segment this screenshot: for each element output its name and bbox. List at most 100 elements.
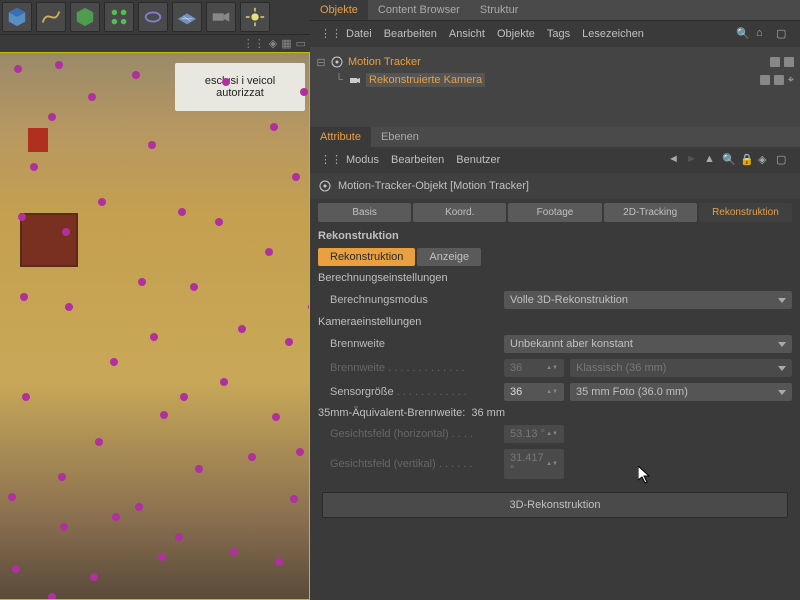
- track-point[interactable]: [48, 113, 56, 121]
- track-point[interactable]: [158, 553, 166, 561]
- search-icon[interactable]: 🔍: [722, 153, 736, 167]
- track-point[interactable]: [308, 303, 310, 311]
- tab-rekonstruktion[interactable]: Rekonstruktion: [699, 203, 792, 222]
- track-point[interactable]: [18, 213, 26, 221]
- track-point[interactable]: [58, 473, 66, 481]
- track-point[interactable]: [190, 283, 198, 291]
- cube-tool[interactable]: [2, 2, 32, 32]
- tab-ebenen[interactable]: Ebenen: [371, 127, 429, 147]
- nav-fwd-icon[interactable]: ►: [686, 153, 700, 167]
- track-point[interactable]: [132, 71, 140, 79]
- track-point[interactable]: [98, 198, 106, 206]
- track-point[interactable]: [265, 248, 273, 256]
- nurbs-tool[interactable]: [70, 2, 100, 32]
- tab-attribute[interactable]: Attribute: [310, 127, 371, 147]
- track-point[interactable]: [160, 411, 168, 419]
- menu-bearbeiten[interactable]: Bearbeiten: [384, 28, 437, 40]
- track-point[interactable]: [55, 61, 63, 69]
- track-point[interactable]: [175, 533, 183, 541]
- track-point[interactable]: [180, 393, 188, 401]
- track-point[interactable]: [296, 448, 304, 456]
- spinner-icon[interactable]: ▲▼: [546, 389, 558, 395]
- render-flag[interactable]: [784, 57, 794, 67]
- floor-tool[interactable]: [172, 2, 202, 32]
- subtab-anzeige[interactable]: Anzeige: [417, 248, 481, 266]
- menu-ansicht[interactable]: Ansicht: [449, 28, 485, 40]
- track-point[interactable]: [90, 573, 98, 581]
- track-point[interactable]: [238, 325, 246, 333]
- menu-bearbeiten[interactable]: Bearbeiten: [391, 154, 444, 166]
- track-point[interactable]: [215, 218, 223, 226]
- track-point[interactable]: [62, 228, 70, 236]
- track-point[interactable]: [220, 378, 228, 386]
- reconstruct-3d-button[interactable]: 3D-Rekonstruktion: [322, 492, 788, 518]
- track-point[interactable]: [150, 333, 158, 341]
- sensor-size-input[interactable]: 36▲▼: [504, 383, 564, 401]
- tab-koord[interactable]: Koord.: [413, 203, 506, 222]
- tab-objekte[interactable]: Objekte: [310, 0, 368, 20]
- track-point[interactable]: [222, 78, 230, 86]
- target-icon[interactable]: ⌖: [788, 74, 794, 87]
- track-point[interactable]: [178, 208, 186, 216]
- track-point[interactable]: [65, 303, 73, 311]
- track-point[interactable]: [138, 278, 146, 286]
- menu-benutzer[interactable]: Benutzer: [456, 154, 500, 166]
- menu-datei[interactable]: Datei: [346, 28, 372, 40]
- menu-objekte[interactable]: Objekte: [497, 28, 535, 40]
- lock-icon[interactable]: 🔒: [740, 153, 754, 167]
- tab-struktur[interactable]: Struktur: [470, 0, 529, 20]
- tree-collapse-icon[interactable]: ⊟: [316, 56, 326, 69]
- track-point[interactable]: [110, 358, 118, 366]
- nav-up-icon[interactable]: ▲: [704, 153, 718, 167]
- search-icon[interactable]: 🔍: [736, 27, 750, 41]
- track-point[interactable]: [95, 438, 103, 446]
- calc-mode-dropdown[interactable]: Volle 3D-Rekonstruktion: [504, 291, 792, 309]
- subtab-rekonstruktion[interactable]: Rekonstruktion: [318, 248, 415, 266]
- track-point[interactable]: [195, 465, 203, 473]
- track-point[interactable]: [285, 338, 293, 346]
- track-point[interactable]: [270, 123, 278, 131]
- track-point[interactable]: [14, 65, 22, 73]
- tree-item-motion-tracker[interactable]: Motion Tracker: [348, 56, 421, 68]
- panel-grip-icon[interactable]: ⋮⋮: [320, 27, 334, 41]
- menu-modus[interactable]: Modus: [346, 154, 379, 166]
- tab-footage[interactable]: Footage: [508, 203, 601, 222]
- expand-icon[interactable]: ▢: [776, 27, 790, 41]
- camera-tool[interactable]: [206, 2, 236, 32]
- track-point[interactable]: [48, 593, 56, 600]
- array-tool[interactable]: [104, 2, 134, 32]
- track-point[interactable]: [135, 503, 143, 511]
- track-point[interactable]: [60, 523, 68, 531]
- track-point[interactable]: [22, 393, 30, 401]
- track-point[interactable]: [12, 565, 20, 573]
- track-point[interactable]: [272, 413, 280, 421]
- viewport-opt-icon[interactable]: ⋮⋮: [243, 37, 265, 50]
- track-point[interactable]: [230, 548, 238, 556]
- tab-basis[interactable]: Basis: [318, 203, 411, 222]
- focal-mode-dropdown[interactable]: Unbekannt aber konstant: [504, 335, 792, 353]
- viewport-opt-icon[interactable]: ▭: [296, 37, 306, 50]
- home-icon[interactable]: ⌂: [756, 27, 770, 41]
- track-point[interactable]: [290, 495, 298, 503]
- spline-tool[interactable]: [36, 2, 66, 32]
- track-point[interactable]: [20, 293, 28, 301]
- track-point[interactable]: [148, 141, 156, 149]
- render-flag[interactable]: [774, 75, 784, 85]
- tree-item-camera[interactable]: Rekonstruierte Kamera: [366, 73, 485, 87]
- menu-lesezeichen[interactable]: Lesezeichen: [582, 28, 644, 40]
- track-point[interactable]: [112, 513, 120, 521]
- track-point[interactable]: [88, 93, 96, 101]
- tab-2d-tracking[interactable]: 2D-Tracking: [604, 203, 697, 222]
- track-point[interactable]: [300, 88, 308, 96]
- light-tool[interactable]: [240, 2, 270, 32]
- sensor-preset-dropdown[interactable]: 35 mm Foto (36.0 mm): [570, 383, 792, 401]
- layer-flag[interactable]: [770, 57, 780, 67]
- track-point[interactable]: [292, 173, 300, 181]
- track-point[interactable]: [8, 493, 16, 501]
- viewport[interactable]: esclusi i veicol autorizzat: [0, 52, 310, 600]
- deformer-tool[interactable]: [138, 2, 168, 32]
- layer-flag[interactable]: [760, 75, 770, 85]
- nav-back-icon[interactable]: ◄: [668, 153, 682, 167]
- track-point[interactable]: [30, 163, 38, 171]
- track-point[interactable]: [275, 558, 283, 566]
